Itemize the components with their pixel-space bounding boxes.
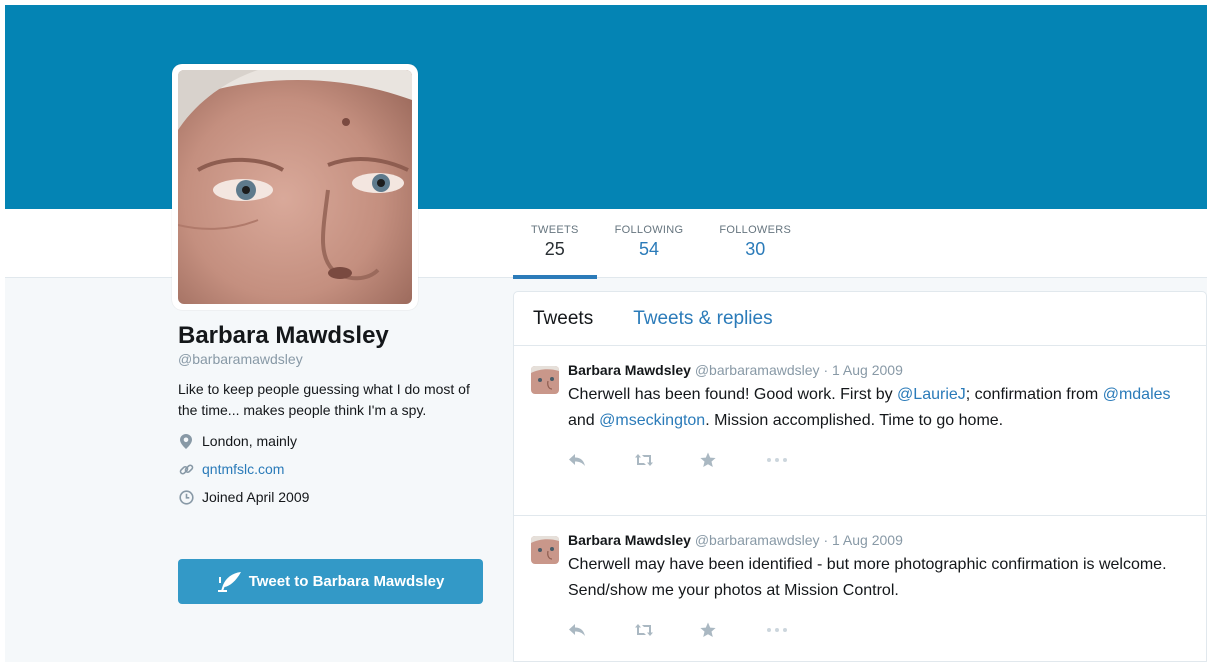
profile-location-text: London, mainly <box>202 433 297 449</box>
profile-name[interactable]: Barbara Mawdsley <box>178 322 488 350</box>
tweet-author-handle[interactable]: @barbaramawdsley <box>695 532 820 548</box>
stat-tweets-count: 25 <box>544 239 565 259</box>
tweet[interactable]: Barbara Mawdsley @barbaramawdsley · 1 Au… <box>514 516 1206 656</box>
profile-card: Barbara Mawdsley @barbaramawdsley Like t… <box>178 322 488 507</box>
map-pin-icon <box>178 433 194 449</box>
tweet-to-button-label: Tweet to Barbara Mawdsley <box>248 573 445 590</box>
reply-icon[interactable] <box>568 623 634 637</box>
stat-following-label: FOLLOWING <box>614 224 684 236</box>
tweet-avatar[interactable] <box>531 366 559 394</box>
stat-followers-label: FOLLOWERS <box>719 224 792 236</box>
tweet-text-segment: . Mission accomplished. Time to go home. <box>705 412 1004 429</box>
profile-location: London, mainly <box>178 431 488 451</box>
profile-stats-nav: TWEETS 25 FOLLOWING 54 FOLLOWERS 30 <box>513 209 809 279</box>
stat-followers[interactable]: FOLLOWERS 30 <box>701 209 809 278</box>
profile-avatar-frame[interactable] <box>172 64 418 310</box>
tweet[interactable]: Barbara Mawdsley @barbaramawdsley · 1 Au… <box>514 346 1206 516</box>
tweet-text-segment: ; confirmation from <box>965 386 1103 403</box>
mention-link[interactable]: @mseckington <box>599 412 705 429</box>
timeline: Tweets Tweets & replies Barbara Mawdsley… <box>513 291 1207 662</box>
reply-icon[interactable] <box>568 453 634 467</box>
stat-tweets[interactable]: TWEETS 25 <box>513 209 597 279</box>
stat-followers-count: 30 <box>745 239 766 259</box>
timeline-tabs: Tweets Tweets & replies <box>514 292 1206 346</box>
tweet-text-segment: Cherwell has been found! Good work. Firs… <box>568 386 898 403</box>
tweet-text: Cherwell may have been identified - but … <box>568 556 1167 599</box>
tweet-text: Cherwell has been found! Good work. Firs… <box>568 382 1178 434</box>
profile-joined-text: Joined April 2009 <box>202 489 310 505</box>
tweet-separator: · <box>823 532 829 548</box>
tweet-text-segment: and <box>568 412 600 429</box>
more-icon[interactable] <box>766 627 832 633</box>
profile-website: qntmfslc.com <box>178 459 488 479</box>
stat-tweets-label: TWEETS <box>531 224 579 236</box>
mention-link[interactable]: @mdales <box>1103 386 1171 403</box>
link-icon <box>178 461 194 477</box>
star-icon[interactable] <box>700 452 766 468</box>
profile-joined: Joined April 2009 <box>178 487 488 507</box>
stat-following-count: 54 <box>638 239 660 259</box>
tab-tweets[interactable]: Tweets <box>533 308 593 330</box>
tweet-header: Barbara Mawdsley @barbaramawdsley · 1 Au… <box>568 530 1190 550</box>
tweet-timestamp[interactable]: 1 Aug 2009 <box>832 362 903 378</box>
profile-bio: Like to keep people guessing what I do m… <box>178 381 470 418</box>
profile-handle[interactable]: @barbaramawdsley <box>178 351 488 367</box>
tweet-actions <box>568 620 1190 640</box>
tweet-author-name[interactable]: Barbara Mawdsley <box>568 532 691 548</box>
tab-tweets-and-replies[interactable]: Tweets & replies <box>633 308 772 330</box>
retweet-icon[interactable] <box>634 623 700 637</box>
star-icon[interactable] <box>700 622 766 638</box>
profile-website-link[interactable]: qntmfslc.com <box>202 461 284 477</box>
tweet-separator: · <box>823 362 829 378</box>
tweet-header: Barbara Mawdsley @barbaramawdsley · 1 Au… <box>568 360 1190 380</box>
stat-following[interactable]: FOLLOWING 54 <box>597 209 702 278</box>
retweet-icon[interactable] <box>634 453 700 467</box>
mention-link[interactable]: @LaurieJ <box>897 386 966 403</box>
more-icon[interactable] <box>766 457 832 463</box>
tweet-author-handle[interactable]: @barbaramawdsley <box>695 362 820 378</box>
tweet-avatar[interactable] <box>531 536 559 564</box>
tweet-author-name[interactable]: Barbara Mawdsley <box>568 362 691 378</box>
quill-icon <box>217 571 243 593</box>
tweet-timestamp[interactable]: 1 Aug 2009 <box>832 532 903 548</box>
tweet-actions <box>568 450 1190 470</box>
calendar-clock-icon <box>178 489 194 505</box>
profile-avatar <box>178 70 412 304</box>
tweet-to-button[interactable]: Tweet to Barbara Mawdsley <box>178 559 483 604</box>
